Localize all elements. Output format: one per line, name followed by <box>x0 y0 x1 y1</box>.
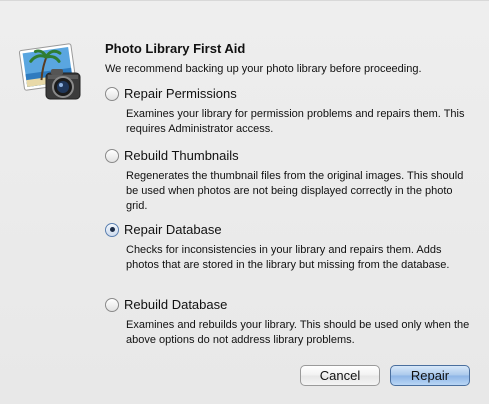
radio-repair-database[interactable] <box>105 222 119 237</box>
option-repair-database[interactable]: Repair Database <box>105 222 222 237</box>
option-description: Examines and rebuilds your library. This… <box>126 319 470 346</box>
option-label: Rebuild Thumbnails <box>124 148 239 163</box>
option-rebuild-database[interactable]: Rebuild Database <box>105 297 227 312</box>
dialog-subtitle: We recommend backing up your photo libra… <box>105 63 422 75</box>
dialog-title: Photo Library First Aid <box>105 41 246 56</box>
cancel-button[interactable]: Cancel <box>300 365 380 386</box>
option-description: Examines your library for permission pro… <box>126 108 465 135</box>
iphoto-camera-icon <box>18 43 81 100</box>
radio-rebuild-database[interactable] <box>105 297 119 312</box>
option-label: Rebuild Database <box>124 297 228 312</box>
radio-repair-permissions[interactable] <box>105 86 119 101</box>
option-description: Regenerates the thumbnail files from the… <box>126 170 464 212</box>
repair-button[interactable]: Repair <box>390 365 470 386</box>
option-label: Repair Database <box>124 222 222 237</box>
radio-rebuild-thumbnails[interactable] <box>105 148 119 163</box>
first-aid-dialog: Photo Library First Aid We recommend bac… <box>0 0 489 404</box>
option-rebuild-thumbnails[interactable]: Rebuild Thumbnails <box>105 148 239 163</box>
option-repair-permissions[interactable]: Repair Permissions <box>105 86 237 101</box>
option-description: Checks for inconsistencies in your libra… <box>126 244 450 271</box>
option-label: Repair Permissions <box>124 86 237 101</box>
